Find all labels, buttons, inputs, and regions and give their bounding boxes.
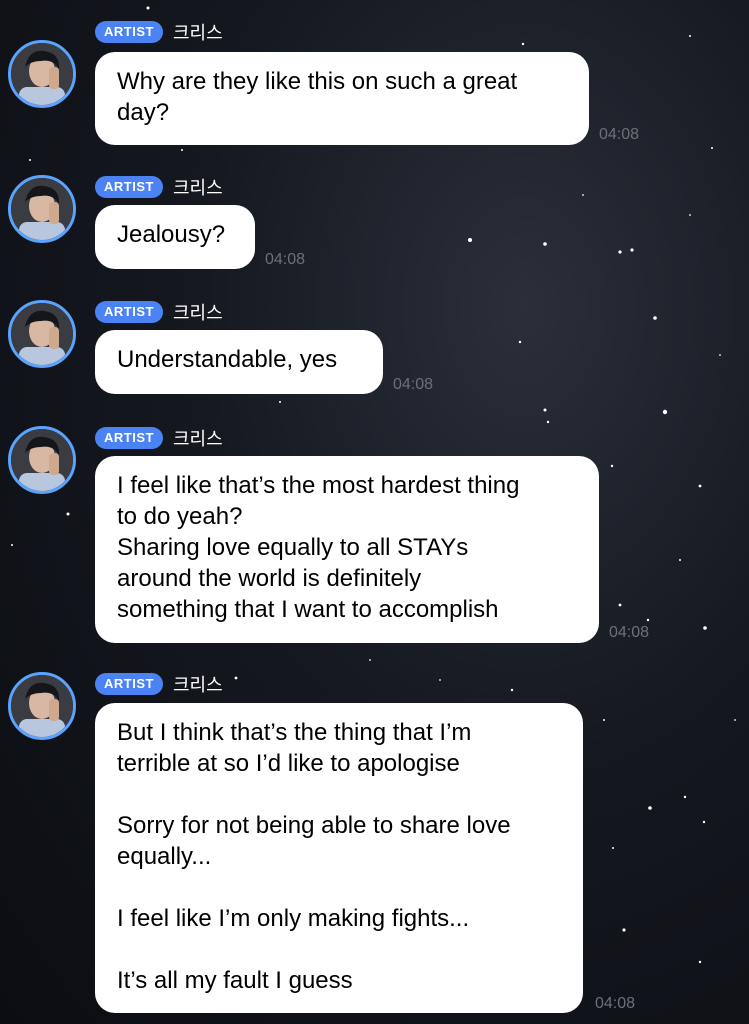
- sender-name: 크리스: [172, 178, 223, 198]
- avatar-image: [11, 43, 73, 105]
- artist-badge: ARTIST: [95, 673, 163, 695]
- avatar-image: [11, 675, 73, 737]
- message-timestamp: 04:08: [595, 995, 636, 1012]
- message-bubble[interactable]: I feel like that’s the most hardest thin…: [95, 456, 599, 643]
- avatar[interactable]: [8, 426, 76, 494]
- avatar-image: [11, 178, 73, 240]
- avatar-image: [11, 303, 73, 365]
- message-bubble[interactable]: Jealousy?: [95, 205, 255, 269]
- message-header: ARTIST 크리스: [95, 300, 223, 324]
- message-timestamp: 04:08: [609, 624, 650, 641]
- message-header: ARTIST 크리스: [95, 672, 223, 696]
- avatar[interactable]: [8, 300, 76, 368]
- artist-badge: ARTIST: [95, 21, 163, 43]
- artist-badge: ARTIST: [95, 301, 163, 323]
- artist-badge: ARTIST: [95, 176, 163, 198]
- avatar[interactable]: [8, 672, 76, 740]
- message-header: ARTIST 크리스: [95, 175, 223, 199]
- message-timestamp: 04:08: [393, 376, 434, 393]
- message-timestamp: 04:08: [599, 126, 640, 143]
- message-bubble[interactable]: Understandable, yes: [95, 330, 383, 394]
- message-bubble[interactable]: But I think that’s the thing that I’m te…: [95, 703, 583, 1013]
- message-timestamp: 04:08: [265, 251, 306, 268]
- sender-name: 크리스: [172, 303, 223, 323]
- sender-name: 크리스: [172, 23, 223, 43]
- avatar[interactable]: [8, 40, 76, 108]
- sender-name: 크리스: [172, 675, 223, 695]
- message-header: ARTIST 크리스: [95, 426, 223, 450]
- artist-badge: ARTIST: [95, 427, 163, 449]
- avatar[interactable]: [8, 175, 76, 243]
- sender-name: 크리스: [172, 429, 223, 449]
- message-bubble[interactable]: Why are they like this on such a great d…: [95, 52, 589, 145]
- message-header: ARTIST 크리스: [95, 20, 223, 44]
- avatar-image: [11, 429, 73, 491]
